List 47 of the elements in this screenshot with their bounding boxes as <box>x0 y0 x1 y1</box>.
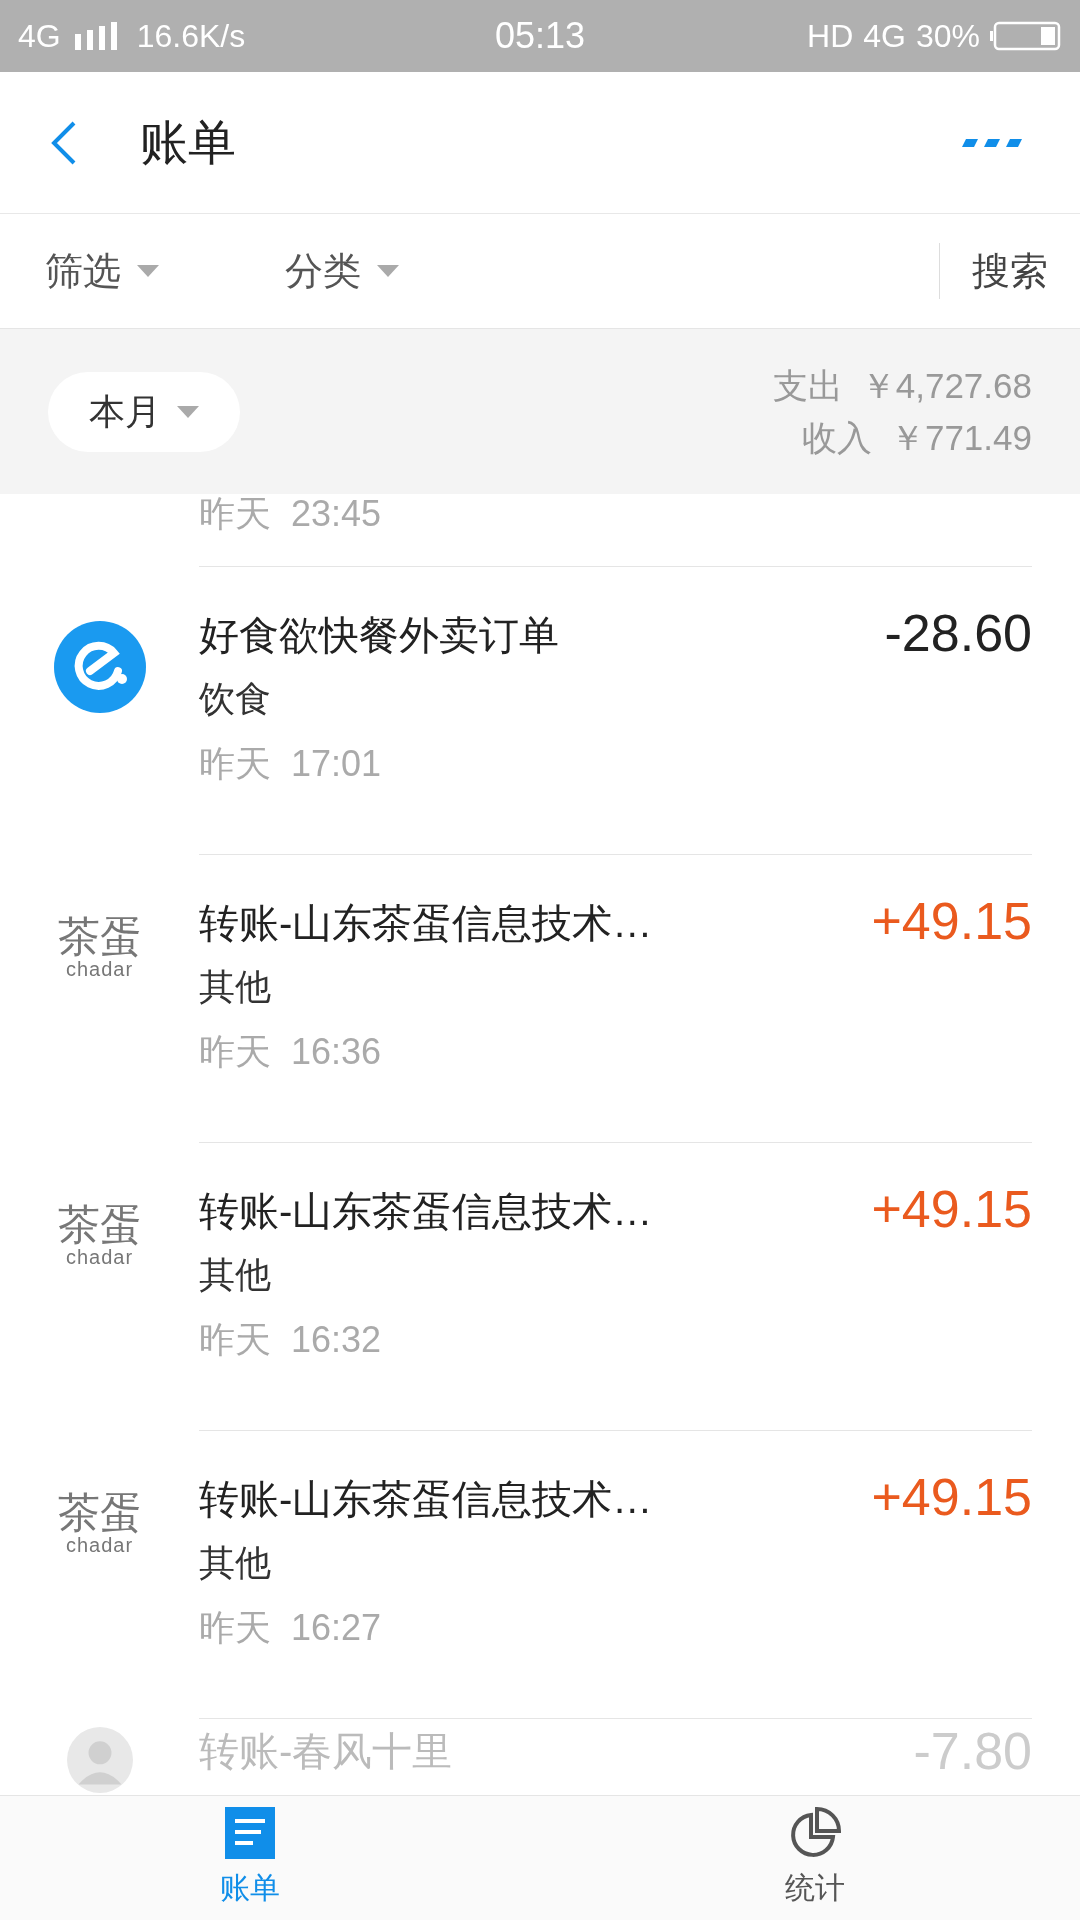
transaction-amount: -28.60 <box>884 603 1032 664</box>
transaction-time: 昨天 16:32 <box>199 1318 383 1362</box>
merchant-logo: 茶蛋 chadar <box>57 915 142 982</box>
transaction-time: 昨天 16:36 <box>199 1030 383 1074</box>
network-label: 4G <box>863 17 906 56</box>
caret-icon <box>137 265 159 277</box>
filter-dropdown[interactable]: 分类 <box>285 242 485 300</box>
transaction-amount: +49.15 <box>871 1467 1032 1528</box>
period-dropdown[interactable]: 本月 <box>48 371 240 452</box>
caret-icon <box>377 265 399 277</box>
transaction-title: 转账-山东茶蛋信息技术… <box>199 1476 654 1523</box>
tab-item[interactable]: 统计 <box>785 1796 845 1920</box>
list-icon <box>225 1806 275 1859</box>
clock: 05:13 <box>493 14 587 58</box>
income-amount: ￥771.49 <box>889 416 1032 459</box>
avatar-icon <box>66 1727 133 1793</box>
battery-percent: 30% <box>915 17 980 56</box>
transaction-category: 其他 <box>199 1541 272 1585</box>
expense-label: 支出 <box>772 364 843 407</box>
filter-dropdown[interactable]: 筛选 <box>45 242 285 300</box>
transaction-amount: +49.15 <box>871 1179 1032 1240</box>
network-label: 4G <box>18 17 61 56</box>
network-speed: 16.6K/s <box>136 17 246 56</box>
page-title: 账单 <box>140 114 237 171</box>
pie-chart-icon <box>789 1806 841 1859</box>
transaction-title: 转账-春风十里 <box>199 1728 454 1775</box>
transaction-category: 其他 <box>199 1253 272 1297</box>
transaction-category: 其他 <box>199 965 272 1009</box>
expense-amount: ￥4,727.68 <box>860 364 1032 407</box>
transaction-title: 好食欲快餐外卖订单 <box>199 612 560 659</box>
battery-icon <box>990 21 1062 51</box>
transaction-time: 昨天 17:01 <box>199 742 383 786</box>
hd-label: HD <box>807 17 854 56</box>
caret-icon <box>177 405 199 418</box>
signal-icon <box>72 22 117 50</box>
more-icon <box>960 136 1022 149</box>
transaction-category: 饮食 <box>199 677 272 721</box>
income-label: 收入 <box>801 416 872 459</box>
merchant-logo-icon <box>53 621 146 713</box>
merchant-logo: 茶蛋 chadar <box>57 1203 142 1270</box>
search-button[interactable]: 搜索 <box>940 242 1080 300</box>
transaction-time: 昨天 16:27 <box>199 1606 383 1650</box>
transaction-amount: +49.15 <box>871 891 1032 952</box>
transaction-title: 转账-山东茶蛋信息技术… <box>199 900 654 947</box>
transaction-time: 昨天 23:45 <box>199 494 382 534</box>
transaction-title: 转账-山东茶蛋信息技术… <box>199 1188 654 1235</box>
merchant-logo: 茶蛋 chadar <box>57 1491 142 1558</box>
